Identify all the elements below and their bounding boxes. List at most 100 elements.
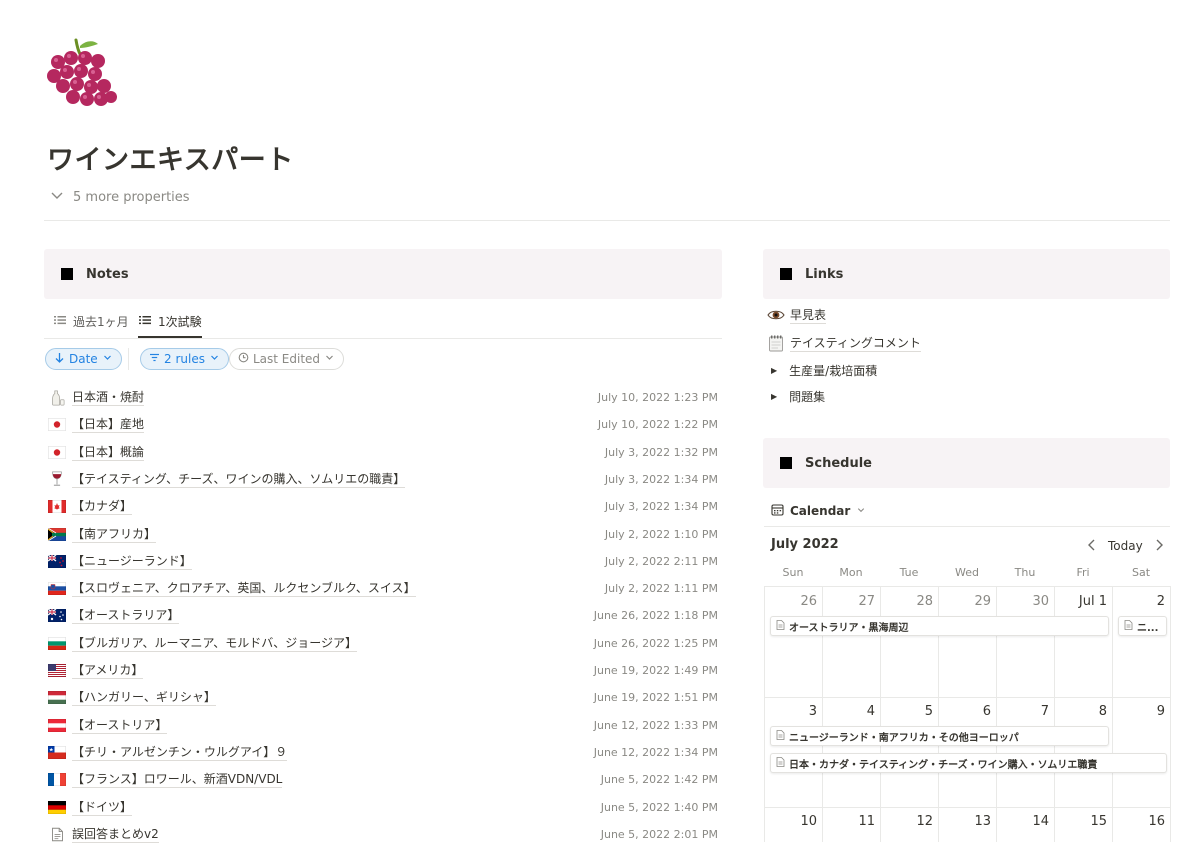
note-row[interactable]: 【テイスティング、チーズ、ワインの購入、ソムリエの職責】 July 3, 2022… [44,466,722,493]
note-title: 【オーストリア】 [72,717,168,734]
note-row[interactable]: 日本酒・焼酎 July 10, 2022 1:23 PM [44,384,722,411]
note-title: 【フランス】ロワール、新酒VDN/VDL [72,772,283,789]
flag-chile-icon [48,745,66,759]
filter-icon [149,352,160,366]
calendar-day-number[interactable]: 16 [1113,814,1165,829]
note-row[interactable]: 【ドイツ】 June 5, 2022 1:40 PM [44,794,722,821]
note-row[interactable]: 【フランス】ロワール、新酒VDN/VDL June 5, 2022 1:42 PM [44,766,722,793]
note-last-edited: July 10, 2022 1:23 PM [597,391,718,404]
calendar-month-label: July 2022 [771,537,839,552]
calendar-day-number[interactable]: 7 [997,704,1049,719]
toggle-label: 問題集 [789,389,826,404]
calendar-day-number[interactable]: 30 [997,594,1049,609]
arrow-down-icon [54,352,65,366]
calendar-event[interactable]: オーストラリア・黒海周辺 [770,616,1109,636]
event-title: ニュージーランド・南アフリカ・その他ヨーロッパ [789,732,1019,744]
note-last-edited: July 2, 2022 1:10 PM [604,527,718,541]
calendar-day-number[interactable]: 3 [765,704,817,719]
weekday-label: Wed [955,566,979,579]
note-row[interactable]: 【オーストラリア】 June 26, 2022 1:18 PM [44,602,722,629]
calendar-day-number[interactable]: 14 [997,814,1049,829]
chevron-down-icon [102,352,113,366]
toggle-production-area[interactable]: ▶ 生産量/栽培面積 [771,360,877,380]
note-row[interactable]: 【ニュージーランド】 July 2, 2022 2:11 PM [44,548,722,575]
links-heading: Links [805,266,844,282]
note-title: 【ドイツ】 [72,799,133,816]
note-title: 【アメリカ】 [72,663,144,679]
page-icon [48,827,66,842]
clock-icon [238,352,249,366]
tab-label: 1次試験 [158,314,202,329]
more-properties-toggle[interactable]: 5 more properties [50,188,190,206]
tab-label: 過去1ヶ月 [73,315,129,329]
note-title: 【ニュージーランド】 [72,553,192,570]
note-row[interactable]: 【日本】産地 July 10, 2022 1:22 PM [44,411,722,438]
note-row[interactable]: 【スロヴェニア、クロアチア、英国、ルクセンブルク、スイス】 July 2, 202… [44,575,722,602]
note-row[interactable]: 【ハンガリー、ギリシャ】 June 19, 2022 1:51 PM [44,684,722,711]
sort-date-pill[interactable]: Date [45,348,122,370]
today-button[interactable]: Today [1108,539,1143,553]
note-row[interactable]: 【オーストリア】 June 12, 2022 1:33 PM [44,712,722,739]
note-last-edited: July 2, 2022 1:11 PM [604,582,718,596]
note-row[interactable]: 【チリ・アルゼンチン・ウルグアイ】９ June 12, 2022 1:34 PM [44,739,722,766]
link-tasting-comment[interactable]: テイスティングコメント [767,332,921,354]
calendar-day-number[interactable]: 6 [939,704,991,719]
note-title: 日本酒・焼酎 [72,390,145,406]
rules-label: 2 rules [164,352,205,366]
calendar-event[interactable]: ニュージーランド・南アフリカ・その他ヨーロッパ [770,726,1109,746]
calendar-day-number[interactable]: 2 [1113,594,1165,609]
calendar-day-number[interactable]: 28 [881,594,933,609]
calendar-day-number[interactable]: 27 [823,594,875,609]
note-row[interactable]: 【カナダ】 July 3, 2022 1:34 PM [44,493,722,520]
calendar-day-number[interactable]: 10 [765,814,817,829]
note-row[interactable]: 【日本】概論 July 3, 2022 1:32 PM [44,439,722,466]
calendar-day-number[interactable]: 8 [1055,704,1107,719]
last-edited-pill[interactable]: Last Edited [229,348,345,370]
calendar-view-selector[interactable]: Calendar [771,500,866,522]
chevron-left-icon[interactable] [1086,538,1098,555]
filter-rules-pill[interactable]: 2 rules [140,348,229,370]
note-last-edited: July 3, 2022 1:34 PM [604,500,718,514]
tab-past-month[interactable]: 過去1ヶ月 [53,306,129,337]
flag-france-icon [48,773,66,787]
triangle-right-icon: ▶ [771,365,778,375]
note-last-edited: June 12, 2022 1:34 PM [593,745,718,759]
note-row[interactable]: 【ブルガリア、ルーマニア、モルドバ、ジョージア】 June 26, 2022 1:… [44,630,722,657]
calendar-day-number[interactable]: 12 [881,814,933,829]
link-label: テイスティングコメント [790,335,921,352]
page-title[interactable]: ワインエキスパート [47,138,294,177]
note-last-edited: June 26, 2022 1:25 PM [593,636,718,650]
chevron-right-icon[interactable] [1153,538,1165,555]
calendar-day-number[interactable]: 29 [939,594,991,609]
calendar-event[interactable]: 日本・カナダ・テイスティング・チーズ・ワイン購入・ソムリエ職責 [770,753,1167,773]
note-title: 【ハンガリー、ギリシャ】 [72,690,216,707]
weekday-label: Fri [1076,566,1090,579]
chevron-down-icon [50,188,64,206]
calendar-day-number[interactable]: 5 [881,704,933,719]
grapes-icon[interactable] [46,36,118,108]
flag-germany-icon [48,800,66,814]
calendar-day-number[interactable]: 4 [823,704,875,719]
calendar-event[interactable]: ニ... [1118,616,1167,636]
link-quick-reference[interactable]: 早見表 [767,304,827,326]
calendar-day-number[interactable]: Jul 1 [1055,594,1107,609]
notes-callout: Notes [44,249,722,299]
event-title: 日本・カナダ・テイスティング・チーズ・ワイン購入・ソムリエ職責 [789,759,1098,771]
links-callout: Links [763,249,1170,299]
calendar-day-number[interactable]: 13 [939,814,991,829]
calendar-day-number[interactable]: 9 [1113,704,1165,719]
tab-first-exam[interactable]: 1次試験 [138,306,202,338]
grid-line [1170,587,1171,842]
schedule-heading: Schedule [805,455,872,471]
calendar-day-number[interactable]: 15 [1055,814,1107,829]
calendar-day-number[interactable]: 11 [823,814,875,829]
toggle-problem-set[interactable]: ▶ 問題集 [771,386,825,406]
flag-south-africa-icon [48,527,66,541]
note-row[interactable]: 誤回答まとめv2 June 5, 2022 2:01 PM [44,821,722,848]
note-row[interactable]: 【アメリカ】 June 19, 2022 1:49 PM [44,657,722,684]
calendar-day-number[interactable]: 26 [765,594,817,609]
note-row[interactable]: 【南アフリカ】 July 2, 2022 1:10 PM [44,521,722,548]
weekday-label: Mon [839,566,863,579]
note-title: 【カナダ】 [72,499,133,516]
eye-icon [767,306,785,324]
